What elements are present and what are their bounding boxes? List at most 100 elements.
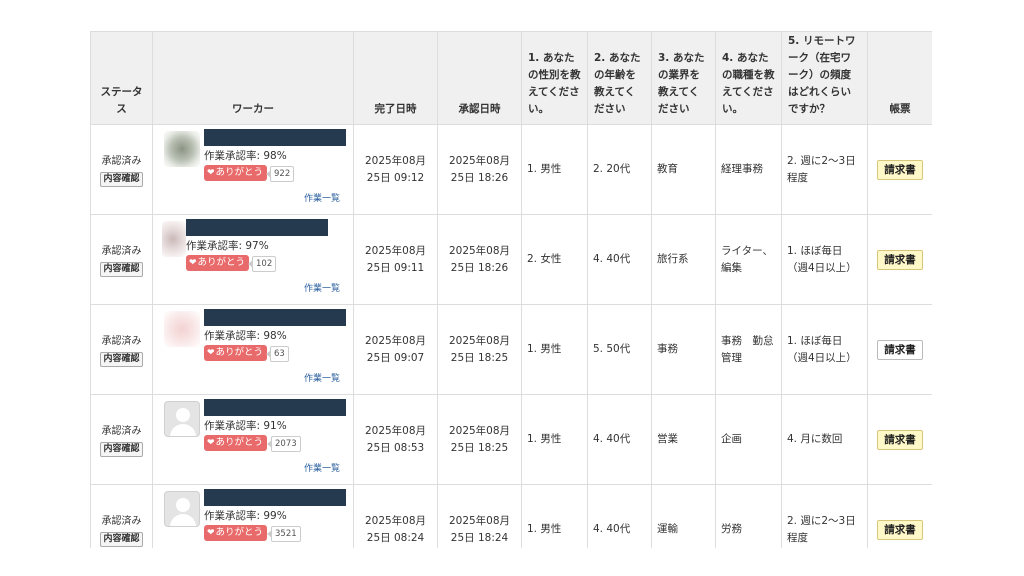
thanks-button[interactable]: ❤ありがとう bbox=[186, 255, 250, 271]
answer-remote-frequency: 2. 週に2〜3日 程度 bbox=[781, 484, 868, 548]
answer-remote-frequency: 1. ほぼ毎日 （週4日以上） bbox=[781, 214, 868, 305]
work-list-link[interactable]: 作業一覧 bbox=[304, 191, 340, 208]
thanks-label: ありがとう bbox=[197, 257, 246, 268]
table-row: 承認済み 内容確認 作業承認率: 97% ❤ありがとう 102 作業一覧 2025年08月 … bbox=[90, 214, 932, 305]
answer-age: 4. 40代 bbox=[587, 214, 652, 305]
submissions-table-container: ステータス ワーカー 完了日時 承認日時 1. あなたの性別を教えてください。 … bbox=[90, 31, 932, 548]
worker-name-redacted[interactable] bbox=[204, 489, 346, 506]
table-row: 承認済み内容確認 作業承認率: 98% ❤ありがとう 63 作業一覧 2025年08月 2… bbox=[90, 304, 932, 395]
invoice-button[interactable]: 請求書 bbox=[877, 339, 923, 360]
avatar[interactable] bbox=[164, 491, 200, 527]
status-cell: 承認済み 内容確認 bbox=[90, 124, 153, 215]
worker-name-redacted[interactable] bbox=[204, 399, 346, 416]
answer-industry: 教育 bbox=[651, 124, 716, 215]
invoice-cell: 請求書 bbox=[867, 214, 932, 305]
status-cell: 承認済み 内容確認 bbox=[90, 214, 153, 305]
avatar[interactable] bbox=[162, 221, 186, 257]
thanks-label: ありがとう bbox=[215, 527, 264, 538]
avatar[interactable] bbox=[164, 401, 200, 437]
invoice-button[interactable]: 請求書 bbox=[877, 429, 923, 450]
thanks-count: 102 bbox=[247, 256, 277, 272]
answer-gender: 1. 男性 bbox=[521, 304, 588, 395]
answer-age: 4. 40代 bbox=[587, 484, 652, 548]
answer-occupation: ライター、 編集 bbox=[715, 214, 782, 305]
answer-gender: 1. 男性 bbox=[521, 124, 588, 215]
answer-industry: 旅行系 bbox=[651, 214, 716, 305]
answer-age: 5. 50代 bbox=[587, 304, 652, 395]
thanks-button[interactable]: ❤ありがとう bbox=[204, 435, 268, 451]
work-list-link[interactable]: 作業一覧 bbox=[304, 461, 340, 478]
answer-industry: 営業 bbox=[651, 394, 716, 485]
answer-gender: 2. 女性 bbox=[521, 214, 588, 305]
answer-remote-frequency: 4. 月に数回 bbox=[781, 394, 868, 485]
invoice-button[interactable]: 請求書 bbox=[877, 249, 923, 270]
thanks-button[interactable]: ❤ありがとう bbox=[204, 525, 268, 541]
column-header-status: ステータス bbox=[90, 31, 153, 125]
invoice-button[interactable]: 請求書 bbox=[877, 519, 923, 540]
view-content-button[interactable]: 内容確認 bbox=[100, 351, 143, 367]
column-header-completed: 完了日時 bbox=[353, 31, 438, 125]
completed-date: 2025年08月 25日 08:53 bbox=[353, 394, 438, 485]
status-text: 承認済み bbox=[101, 335, 142, 347]
work-list-link[interactable]: 作業一覧 bbox=[304, 371, 340, 388]
heart-icon: ❤ bbox=[207, 348, 215, 358]
worker-cell: 作業承認率: 98% ❤ありがとう 63 作業一覧 bbox=[152, 304, 354, 395]
completed-date: 2025年08月 25日 09:12 bbox=[353, 124, 438, 215]
thanks-button[interactable]: ❤ありがとう bbox=[204, 345, 268, 361]
answer-industry: 運輸 bbox=[651, 484, 716, 548]
thanks-label: ありがとう bbox=[215, 347, 264, 358]
approved-date: 2025年08月 25日 18:26 bbox=[437, 214, 522, 305]
view-content-button[interactable]: 内容確認 bbox=[100, 171, 143, 187]
worker-cell: 作業承認率: 99%❤ありがとう3521作業一覧 bbox=[152, 484, 354, 548]
approval-rate: 作業承認率: 97% bbox=[186, 240, 269, 252]
answer-remote-frequency: 2. 週に2〜3日 程度 bbox=[781, 124, 868, 215]
status-cell: 承認済み 内容確認 bbox=[90, 484, 153, 548]
worker-cell: 作業承認率: 98% ❤ありがとう 922 作業一覧 bbox=[152, 124, 354, 215]
thanks-count: 2073 bbox=[267, 436, 301, 452]
answer-occupation: 労務 bbox=[715, 484, 782, 548]
heart-icon: ❤ bbox=[207, 528, 215, 538]
worker-cell: 作業承認率: 91% ❤ありがとう 2073 作業一覧 bbox=[152, 394, 354, 485]
table-row: 承認済み 内容確認 作業承認率: 98% ❤ありがとう 922 作業一覧 2025年08月 … bbox=[90, 124, 932, 215]
answer-occupation: 事務 勤怠 管理 bbox=[715, 304, 782, 395]
column-header-q3: 3. あなたの業界を教えてください bbox=[651, 31, 716, 125]
status-cell: 承認済み 内容確認 bbox=[90, 394, 153, 485]
worker-name-redacted[interactable] bbox=[186, 219, 328, 236]
approved-date: 2025年08月 25日 18:24 bbox=[437, 484, 522, 548]
column-header-invoice: 帳票 bbox=[867, 31, 932, 125]
worker-name-redacted[interactable] bbox=[204, 129, 346, 146]
column-header-q4: 4. あなたの職種を教えてください。 bbox=[715, 31, 782, 125]
completed-date: 2025年08月 25日 09:07 bbox=[353, 304, 438, 395]
submissions-table: ステータス ワーカー 完了日時 承認日時 1. あなたの性別を教えてください。 … bbox=[90, 31, 932, 548]
avatar[interactable] bbox=[164, 131, 200, 167]
invoice-button[interactable]: 請求書 bbox=[877, 159, 923, 180]
thanks-count: 63 bbox=[266, 346, 289, 362]
heart-icon: ❤ bbox=[207, 168, 215, 178]
view-content-button[interactable]: 内容確認 bbox=[100, 441, 143, 457]
table-header-row: ステータス ワーカー 完了日時 承認日時 1. あなたの性別を教えてください。 … bbox=[90, 31, 932, 125]
work-list-link[interactable]: 作業一覧 bbox=[304, 281, 340, 298]
column-header-worker: ワーカー bbox=[152, 31, 354, 125]
approval-rate: 作業承認率: 98% bbox=[204, 330, 287, 342]
answer-gender: 1. 男性 bbox=[521, 484, 588, 548]
thanks-label: ありがとう bbox=[215, 437, 264, 448]
answer-occupation: 経理事務 bbox=[715, 124, 782, 215]
answer-age: 4. 40代 bbox=[587, 394, 652, 485]
avatar[interactable] bbox=[164, 311, 200, 347]
table-body: 承認済み 内容確認 作業承認率: 98% ❤ありがとう 922 作業一覧 2025年08月 … bbox=[90, 124, 932, 548]
thanks-label: ありがとう bbox=[215, 167, 264, 178]
worker-name-redacted[interactable] bbox=[204, 309, 346, 326]
thanks-count: 3521 bbox=[267, 526, 301, 542]
approval-rate: 作業承認率: 99% bbox=[204, 510, 287, 522]
view-content-button[interactable]: 内容確認 bbox=[100, 531, 143, 547]
approved-date: 2025年08月 25日 18:25 bbox=[437, 304, 522, 395]
approval-rate: 作業承認率: 98% bbox=[204, 150, 287, 162]
view-content-button[interactable]: 内容確認 bbox=[100, 261, 143, 277]
invoice-cell: 請求書 bbox=[867, 394, 932, 485]
invoice-cell: 請求書 bbox=[867, 304, 932, 395]
approved-date: 2025年08月 25日 18:25 bbox=[437, 394, 522, 485]
heart-icon: ❤ bbox=[189, 258, 197, 268]
thanks-button[interactable]: ❤ありがとう bbox=[204, 165, 268, 181]
thanks-count: 922 bbox=[265, 166, 295, 182]
answer-gender: 1. 男性 bbox=[521, 394, 588, 485]
